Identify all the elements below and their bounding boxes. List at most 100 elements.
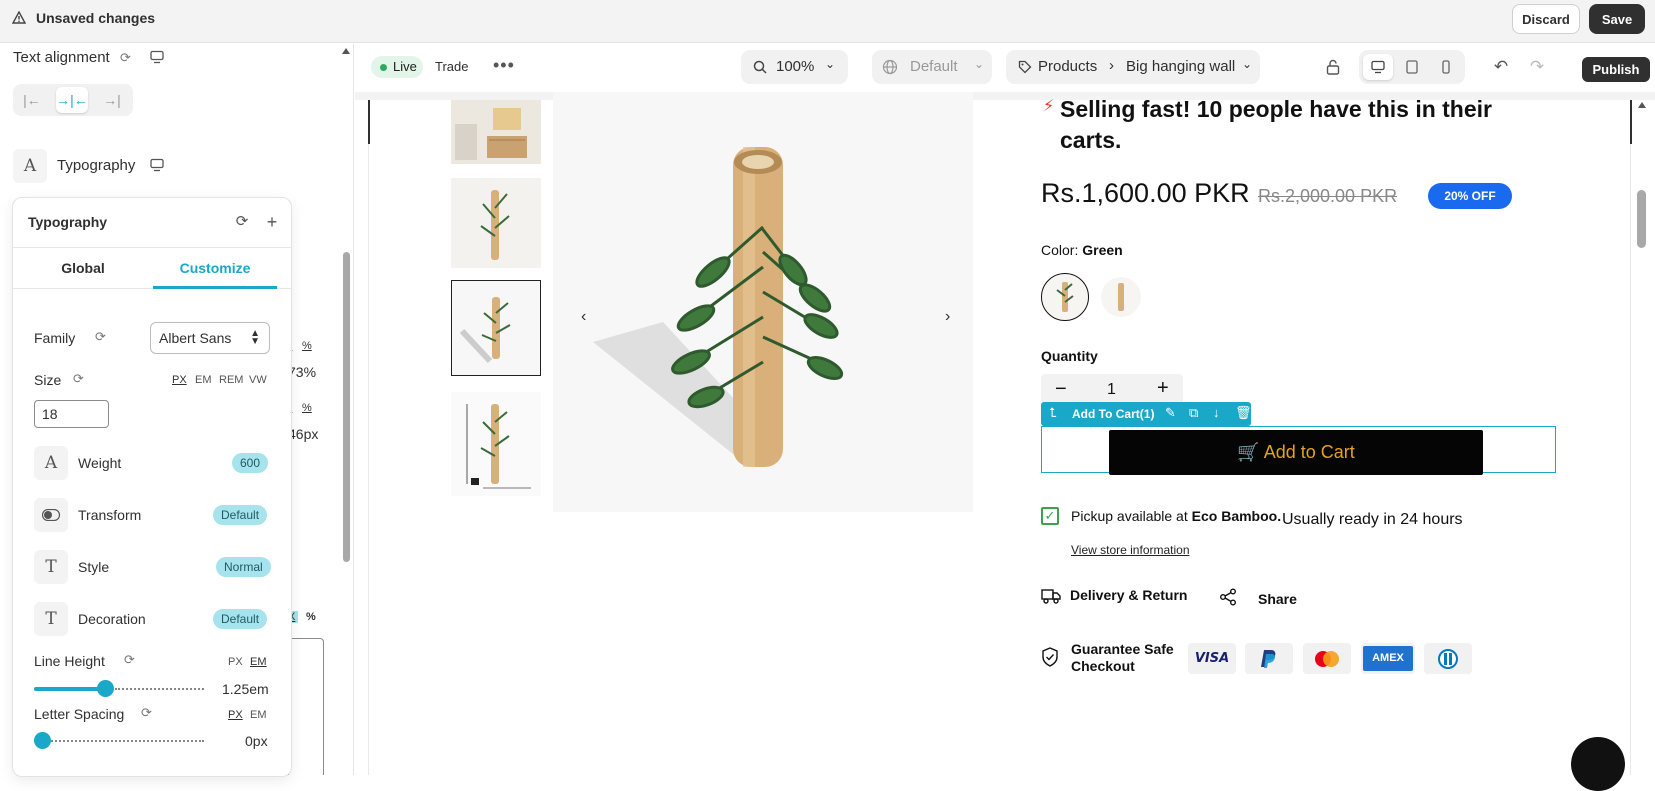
unit-percent[interactable]: % <box>302 340 312 352</box>
background-field[interactable] <box>288 638 324 775</box>
unsaved-changes-bar: Unsaved changes Discard Save <box>0 0 1655 43</box>
product-thumbnail-selected[interactable] <box>451 280 541 376</box>
sync-icon[interactable]: ⟳ <box>73 371 84 387</box>
sync-icon[interactable]: ⟳ <box>120 50 131 66</box>
edit-icon[interactable]: ✎ <box>1165 405 1176 421</box>
transform-icon <box>34 498 68 532</box>
save-button[interactable]: Save <box>1589 4 1645 34</box>
tablet-icon[interactable] <box>1397 54 1427 80</box>
discard-button[interactable]: Discard <box>1512 4 1580 34</box>
unit-px[interactable]: PX <box>228 709 243 721</box>
style-label: Style <box>78 559 110 575</box>
page-breadcrumb[interactable]: Products › Big hanging wall ⌄ <box>1006 50 1260 84</box>
locale-select[interactable]: Default ⌄ <box>872 50 992 84</box>
canvas-scrollbar[interactable] <box>1637 100 1647 775</box>
more-options-icon[interactable]: ••• <box>493 55 515 76</box>
slider-handle[interactable] <box>34 732 51 749</box>
chevron-down-icon: ⌄ <box>825 57 836 71</box>
minus-icon[interactable]: − <box>1055 378 1067 401</box>
popover-header: Typography ⟳ + <box>13 198 291 248</box>
weight-badge[interactable]: 600 <box>232 453 269 473</box>
font-size-input[interactable] <box>34 400 109 428</box>
line-height-slider[interactable] <box>34 680 204 697</box>
duplicate-icon[interactable]: ⧉ <box>1189 405 1198 421</box>
unit-percent[interactable]: % <box>306 611 316 623</box>
diners-icon <box>1424 643 1472 674</box>
warning-icon <box>12 11 26 24</box>
publish-button[interactable]: Publish <box>1582 57 1650 82</box>
align-right-icon[interactable]: →| <box>96 87 128 113</box>
letter-spacing-slider[interactable] <box>34 732 204 749</box>
chevron-left-icon[interactable]: ‹ <box>581 308 586 326</box>
locale-value: Default <box>910 58 958 75</box>
unit-em[interactable]: EM <box>250 656 267 668</box>
cart-icon: 🛒 <box>1237 442 1260 462</box>
align-left-icon[interactable]: |← <box>16 87 48 113</box>
slider-handle[interactable] <box>97 680 114 697</box>
add-icon[interactable]: + <box>263 213 281 231</box>
sync-icon[interactable]: ⟳ <box>141 705 152 721</box>
share-link[interactable]: Share <box>1258 591 1297 607</box>
pickup-ready-time: Usually ready in 24 hours <box>1282 511 1463 528</box>
chat-widget-icon[interactable] <box>1571 737 1625 791</box>
breadcrumb-page[interactable]: Big hanging wall <box>1126 58 1235 75</box>
editor-toolbar: Live Trade ••• 100% ⌄ Default ⌄ Products… <box>355 44 1655 92</box>
family-label: Family <box>34 330 76 346</box>
transform-badge[interactable]: Default <box>213 505 268 525</box>
quantity-label: Quantity <box>1041 348 1098 364</box>
sync-icon[interactable]: ⟳ <box>95 329 106 345</box>
chevron-right-icon[interactable]: › <box>945 308 950 326</box>
color-value: Green <box>1082 242 1123 258</box>
unit-percent[interactable]: % <box>302 402 312 414</box>
reset-icon[interactable]: ⟳ <box>233 213 251 231</box>
unit-em[interactable]: EM <box>250 709 267 721</box>
mobile-icon[interactable] <box>1431 54 1461 80</box>
product-thumbnail[interactable] <box>451 392 541 496</box>
sidebar-scrollbar[interactable] <box>342 48 350 775</box>
desktop-icon[interactable] <box>150 50 164 64</box>
pickup-availability: Pickup available at Eco Bamboo. <box>1071 508 1281 524</box>
style-badge[interactable]: Normal <box>216 557 271 577</box>
weight-label: Weight <box>78 455 122 471</box>
unit-px[interactable]: PX <box>228 656 243 668</box>
trade-label[interactable]: Trade <box>435 59 468 74</box>
move-down-icon[interactable]: ↓ <box>1213 405 1220 420</box>
breadcrumb-products[interactable]: Products <box>1038 58 1097 75</box>
product-thumbnail[interactable] <box>451 100 541 164</box>
undo-icon[interactable]: ↶ <box>1489 55 1513 79</box>
font-family-value: Albert Sans <box>159 330 232 346</box>
tab-global[interactable]: Global <box>13 248 153 289</box>
delivery-return-link[interactable]: Delivery & Return <box>1070 587 1187 603</box>
add-to-cart-button[interactable]: 🛒 Add to Cart <box>1109 430 1483 475</box>
live-label: Live <box>393 59 417 74</box>
paypal-icon <box>1245 643 1293 674</box>
quantity-value[interactable]: 1 <box>1107 381 1116 399</box>
unit-em[interactable]: EM <box>195 374 212 386</box>
typography-row-label[interactable]: Typography <box>57 157 135 174</box>
letter-spacing-label: Letter Spacing <box>34 706 125 722</box>
desktop-icon[interactable] <box>150 158 164 172</box>
font-family-select[interactable]: Albert Sans ▲ ▼ <box>150 322 270 354</box>
style-icon: T <box>34 550 68 584</box>
plus-icon[interactable]: + <box>1157 377 1169 400</box>
delete-icon[interactable]: 🗑 <box>1235 405 1252 421</box>
unit-px[interactable]: PX <box>172 374 187 386</box>
select-parent-icon[interactable]: ⮤ <box>1049 405 1057 421</box>
lock-icon[interactable] <box>1321 55 1345 79</box>
value-fragment: 73% <box>288 364 317 380</box>
unit-rem[interactable]: REM <box>219 374 243 386</box>
desktop-icon[interactable] <box>1363 54 1393 80</box>
view-store-link[interactable]: View store information <box>1071 543 1190 557</box>
sync-icon[interactable]: ⟳ <box>124 652 135 668</box>
decoration-badge[interactable]: Default <box>213 609 268 629</box>
chevron-right-icon: › <box>1109 57 1114 74</box>
tab-customize[interactable]: Customize <box>153 248 277 289</box>
align-center-icon[interactable]: →|← <box>56 87 88 113</box>
color-swatch-green[interactable] <box>1041 273 1089 321</box>
redo-icon[interactable]: ↷ <box>1525 55 1549 79</box>
product-thumbnail[interactable] <box>451 178 541 268</box>
color-option-label: Color: Green <box>1041 242 1123 258</box>
zoom-select[interactable]: 100% ⌄ <box>741 50 848 84</box>
unit-vw[interactable]: VW <box>249 374 267 386</box>
color-swatch[interactable] <box>1101 277 1141 317</box>
